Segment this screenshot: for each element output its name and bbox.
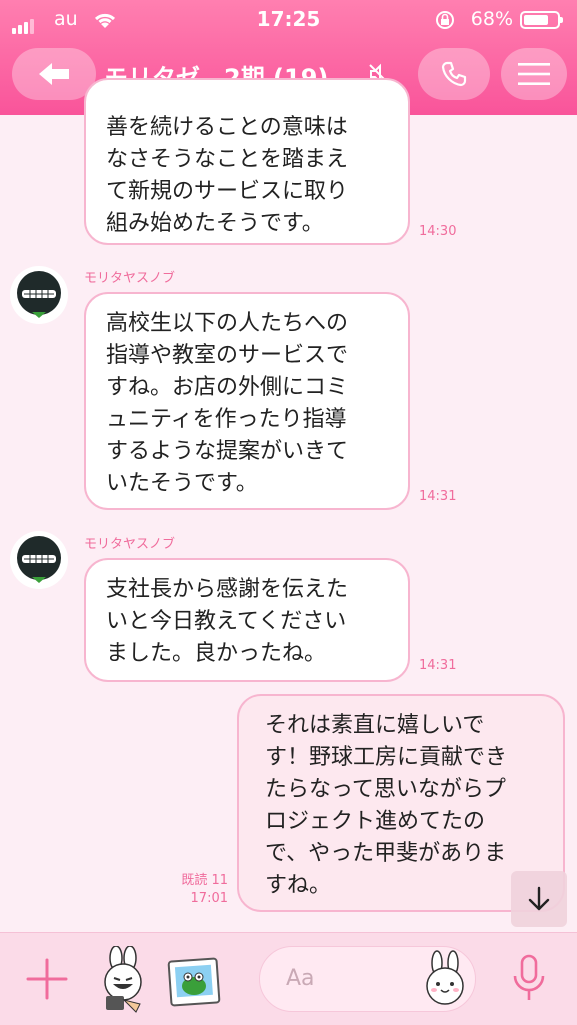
phone-icon: [441, 61, 467, 87]
message-text: 高校生以下の人たちへの 指導や教室のサービスで すね。お店の外側にコミ ュニティ…: [106, 311, 349, 496]
message-text: 支社長から感謝を伝えた いと今日教えてください ました。良かったね。: [106, 577, 349, 666]
message-time: 17:01: [190, 891, 228, 906]
photo-gallery-icon[interactable]: [166, 954, 222, 1010]
avatar-face-icon: [17, 536, 61, 583]
input-placeholder: Aa: [286, 966, 315, 991]
message-time: 14:30: [419, 224, 457, 239]
sticker-icon[interactable]: [94, 946, 152, 1016]
sender-name: モリタヤスノブ: [84, 537, 176, 552]
message-time: 14:31: [419, 489, 457, 504]
arrow-down-icon: [528, 886, 550, 911]
avatar[interactable]: [10, 531, 68, 589]
menu-button[interactable]: [501, 48, 567, 100]
message-bubble[interactable]: 支社長から感謝を伝えた いと今日教えてください ました。良かったね。: [84, 558, 410, 682]
read-receipt: 既読 11 17:01: [160, 872, 228, 908]
microphone-icon[interactable]: [511, 954, 547, 1004]
message-text: それは素直に嬉しいで す！野球工房に貢献でき たらなって思いながらプ ロジェクト…: [265, 713, 508, 898]
back-arrow-icon: [39, 63, 69, 85]
rotation-lock-icon: [436, 11, 454, 29]
emoji-sticker-icon[interactable]: [420, 950, 470, 1008]
battery-icon: [520, 11, 563, 29]
read-count: 既読 11: [181, 873, 228, 888]
avatar[interactable]: [10, 266, 68, 324]
plus-icon[interactable]: [26, 958, 68, 1000]
scroll-to-bottom-button[interactable]: [511, 871, 567, 927]
battery-percent: 68%: [470, 8, 513, 30]
status-bar: au 17:25 68%: [0, 0, 577, 38]
hamburger-menu-icon: [518, 63, 550, 85]
back-button[interactable]: [12, 48, 96, 100]
avatar-face-icon: [17, 271, 61, 318]
message-bubble[interactable]: 高校生以下の人たちへの 指導や教室のサービスで すね。お店の外側にコミ ュニティ…: [84, 292, 410, 510]
sender-name: モリタヤスノブ: [84, 271, 176, 286]
message-bubble[interactable]: 善を続けることの意味は なさそうなことを踏まえ て新規のサービスに取り 組み始め…: [84, 78, 410, 245]
message-time: 14:31: [419, 658, 457, 673]
message-text: 善を続けることの意味は なさそうなことを踏まえ て新規のサービスに取り 組み始め…: [106, 115, 349, 236]
call-button[interactable]: [418, 48, 490, 100]
